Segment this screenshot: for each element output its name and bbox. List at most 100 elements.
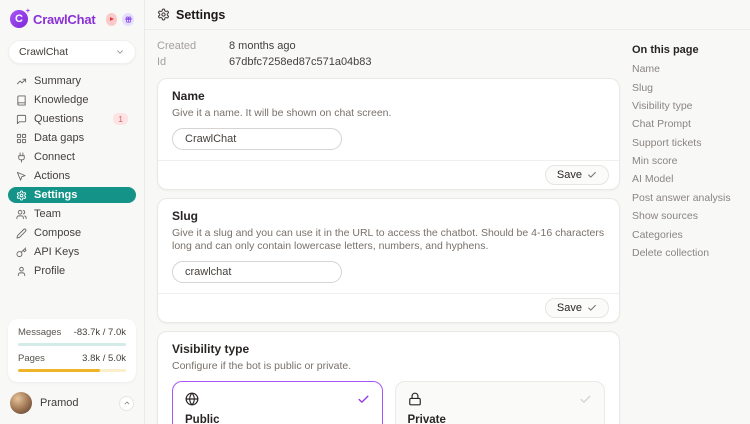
workspace-selector-value: CrawlChat	[19, 46, 68, 58]
pages-label: Pages	[18, 353, 45, 364]
sidebar-item-label: Profile	[34, 265, 65, 277]
sidebar-item-connect[interactable]: Connect	[8, 149, 136, 165]
name-card-description: Give it a name. It will be shown on chat…	[172, 107, 605, 120]
id-value: 67dbfc7258ed87c571a04b83	[229, 56, 372, 68]
save-slug-button[interactable]: Save	[545, 298, 609, 318]
created-label: Created	[157, 40, 229, 52]
private-option-title: Private	[408, 414, 593, 424]
check-icon	[357, 393, 370, 406]
sidebar-item-label: Summary	[34, 75, 81, 87]
check-icon	[587, 170, 597, 180]
sidebar-item-actions[interactable]: Actions	[8, 168, 136, 184]
sidebar-item-label: Actions	[34, 170, 70, 182]
sidebar-item-label: Settings	[34, 189, 77, 201]
book-icon	[16, 95, 27, 106]
slug-input[interactable]	[172, 261, 342, 283]
sidebar-item-settings[interactable]: Settings	[8, 187, 136, 203]
sidebar-item-label: Team	[34, 208, 61, 220]
toc-item-slug[interactable]: Slug	[632, 78, 742, 96]
gift-icon[interactable]	[122, 13, 134, 26]
sidebar-item-profile[interactable]: Profile	[8, 263, 136, 279]
sidebar-item-team[interactable]: Team	[8, 206, 136, 222]
sidebar-item-compose[interactable]: Compose	[8, 225, 136, 241]
user-row[interactable]: Pramod	[8, 392, 136, 414]
messages-value: -83.7k / 7.0k	[74, 327, 126, 338]
on-this-page-nav: On this page Name Slug Visibility type C…	[632, 30, 750, 424]
globe-icon	[185, 392, 199, 406]
toc-item-name[interactable]: Name	[632, 60, 742, 78]
meta-section: Created 8 months ago Id 67dbfc7258ed87c5…	[157, 38, 620, 70]
brand-row: C+ CrawlChat	[8, 8, 136, 30]
chevron-up-icon	[123, 399, 131, 407]
settings-content: Created 8 months ago Id 67dbfc7258ed87c5…	[145, 30, 632, 424]
trend-icon	[16, 76, 27, 87]
slug-card-description: Give it a slug and you can use it in the…	[172, 227, 605, 253]
pages-value: 3.8k / 5.0k	[82, 353, 126, 364]
users-icon	[16, 209, 27, 220]
visibility-option-private[interactable]: Private It will be private bot and only …	[395, 381, 606, 424]
visibility-card-description: Configure if the bot is public or privat…	[172, 360, 605, 373]
page-title: Settings	[176, 8, 225, 22]
name-input[interactable]	[172, 128, 342, 150]
toc-item-support-tickets[interactable]: Support tickets	[632, 134, 742, 152]
save-name-button[interactable]: Save	[545, 165, 609, 185]
user-icon	[16, 266, 27, 277]
toc-item-chat-prompt[interactable]: Chat Prompt	[632, 115, 742, 133]
sidebar-item-api-keys[interactable]: API Keys	[8, 244, 136, 260]
plug-icon	[16, 152, 27, 163]
sidebar-item-label: Compose	[34, 227, 81, 239]
public-option-title: Public	[185, 414, 370, 424]
sidebar-item-label: API Keys	[34, 246, 79, 258]
key-icon	[16, 247, 27, 258]
toc-title: On this page	[632, 44, 742, 56]
visibility-card-title: Visibility type	[172, 342, 605, 356]
slug-card-title: Slug	[172, 209, 605, 223]
created-value: 8 months ago	[229, 40, 296, 52]
toc-item-show-sources[interactable]: Show sources	[632, 207, 742, 225]
grid-icon	[16, 133, 27, 144]
check-icon	[587, 303, 597, 313]
visibility-card: Visibility type Configure if the bot is …	[157, 331, 620, 424]
lock-icon	[408, 392, 422, 406]
questions-count-badge: 1	[113, 113, 128, 125]
sidebar-item-summary[interactable]: Summary	[8, 73, 136, 89]
gear-icon	[157, 8, 170, 21]
workspace-selector[interactable]: CrawlChat	[8, 40, 136, 64]
user-name: Pramod	[40, 397, 79, 409]
chat-icon	[16, 114, 27, 125]
toc-item-ai-model[interactable]: AI Model	[632, 170, 742, 188]
video-icon[interactable]	[106, 13, 118, 26]
chevron-down-icon	[115, 47, 125, 57]
cursor-icon	[16, 171, 27, 182]
sidebar-item-data-gaps[interactable]: Data gaps	[8, 130, 136, 146]
spark-icon: +	[26, 8, 30, 15]
toc-item-post-answer-analysis[interactable]: Post answer analysis	[632, 189, 742, 207]
name-card-title: Name	[172, 89, 605, 103]
toc-item-min-score[interactable]: Min score	[632, 152, 742, 170]
user-menu-button[interactable]	[119, 396, 134, 411]
toc-item-categories[interactable]: Categories	[632, 225, 742, 243]
page-header: Settings	[145, 0, 750, 30]
sidebar-item-label: Questions	[34, 113, 84, 125]
crawlchat-logo-icon: C+	[10, 10, 28, 28]
usage-card: Messages -83.7k / 7.0k Pages 3.8k / 5.0k	[8, 319, 136, 382]
sidebar-item-questions[interactable]: Questions 1	[8, 111, 136, 127]
sidebar-item-knowledge[interactable]: Knowledge	[8, 92, 136, 108]
messages-label: Messages	[18, 327, 61, 338]
sidebar-item-label: Connect	[34, 151, 75, 163]
name-card: Name Give it a name. It will be shown on…	[157, 78, 620, 190]
sidebar: C+ CrawlChat CrawlChat Summary Knowledge…	[0, 0, 145, 424]
toc-item-visibility-type[interactable]: Visibility type	[632, 97, 742, 115]
main-area: Settings Created 8 months ago Id 67dbfc7…	[145, 0, 750, 424]
sidebar-nav: Summary Knowledge Questions 1 Data gaps …	[8, 73, 136, 279]
messages-progress-bar	[18, 343, 126, 346]
visibility-option-public[interactable]: Public It will be public bot and anyone …	[172, 381, 383, 424]
brand-name: CrawlChat	[33, 12, 96, 27]
avatar	[10, 392, 32, 414]
pages-progress-bar	[18, 369, 126, 372]
pencil-icon	[16, 228, 27, 239]
sidebar-item-label: Knowledge	[34, 94, 88, 106]
id-label: Id	[157, 56, 229, 68]
toc-item-delete-collection[interactable]: Delete collection	[632, 244, 742, 262]
gear-icon	[16, 190, 27, 201]
